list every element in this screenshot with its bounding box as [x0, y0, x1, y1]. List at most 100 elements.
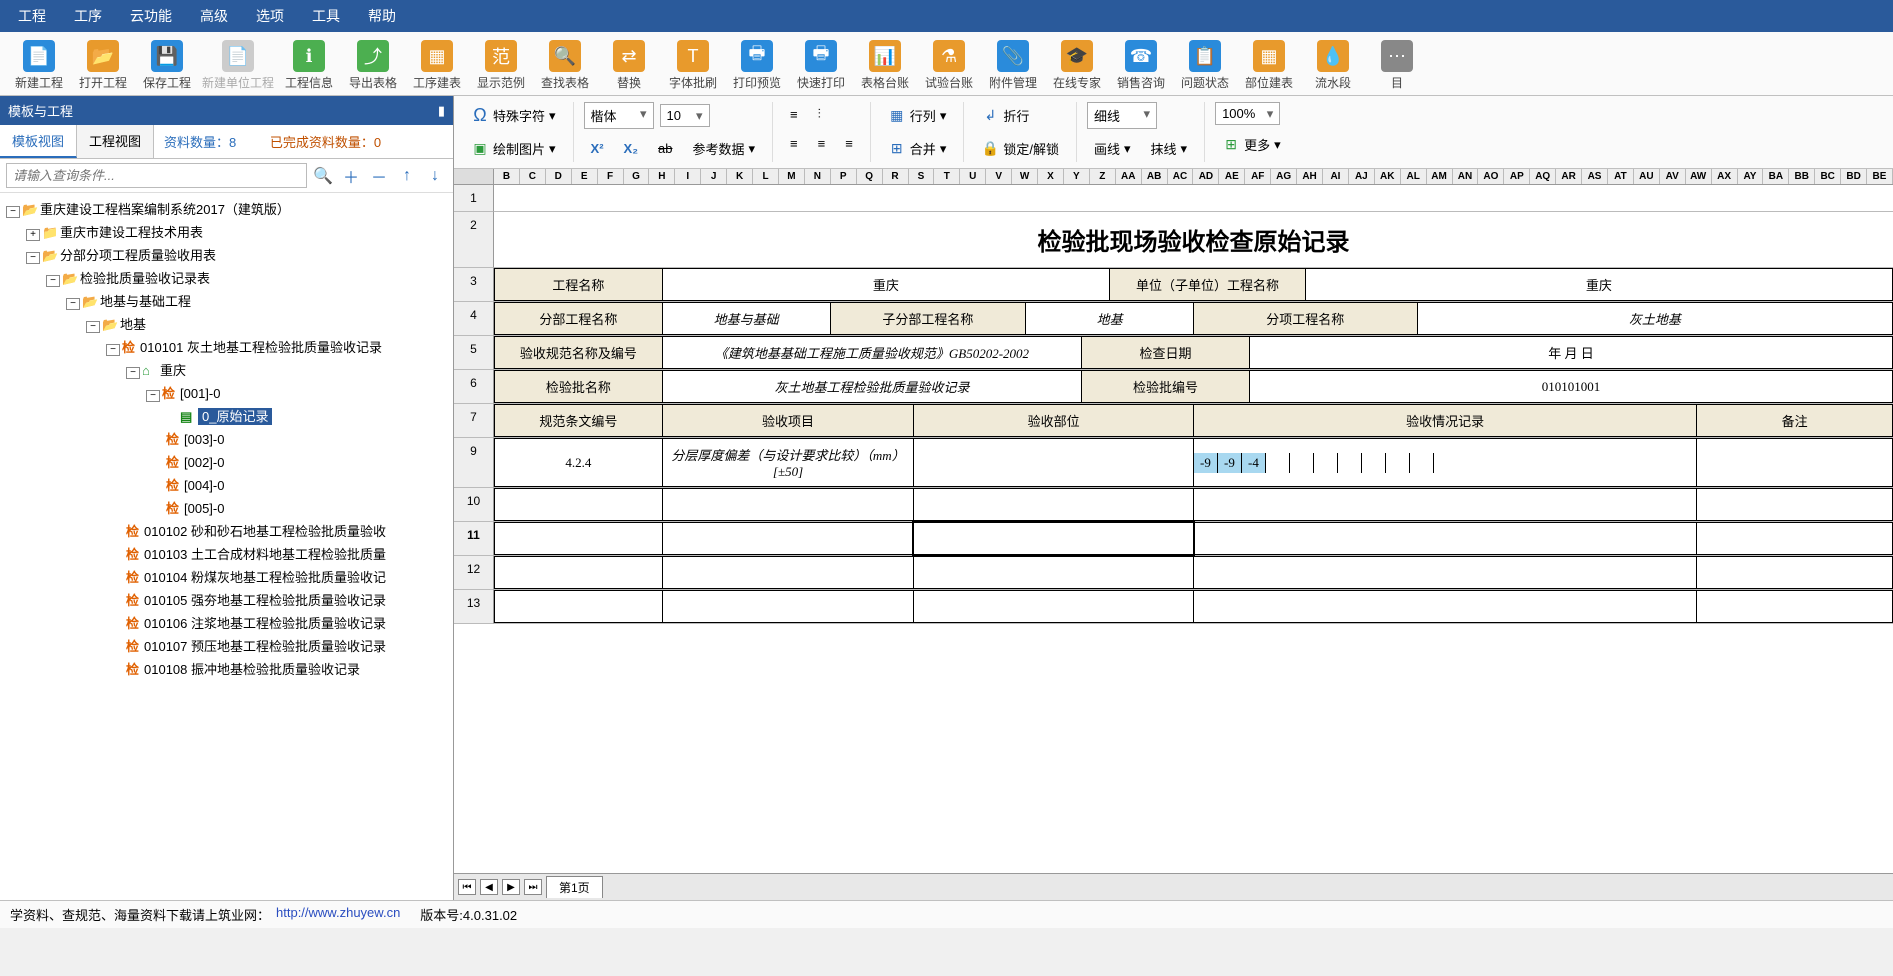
toolbar-11[interactable]: 🖶打印预览 — [728, 40, 786, 91]
menu-process[interactable]: 工序 — [74, 6, 102, 26]
toolbar-21[interactable]: ⋯目 — [1368, 40, 1426, 91]
toolbar-9[interactable]: ⇄替换 — [600, 40, 658, 91]
add-icon[interactable]: ＋ — [339, 164, 363, 188]
menu-help[interactable]: 帮助 — [368, 6, 396, 26]
col-header[interactable]: S — [909, 169, 935, 184]
col-header[interactable]: N — [805, 169, 831, 184]
col-header[interactable]: Q — [857, 169, 883, 184]
col-header[interactable]: AT — [1608, 169, 1634, 184]
toolbar-12[interactable]: 🖶快速打印 — [792, 40, 850, 91]
toolbar-6[interactable]: ▦工序建表 — [408, 40, 466, 91]
col-header[interactable]: G — [624, 169, 650, 184]
tree-n2[interactable]: 分部分项工程质量验收用表 — [60, 248, 216, 263]
col-header[interactable]: AP — [1504, 169, 1530, 184]
cell[interactable] — [914, 439, 1194, 487]
row-header-active[interactable]: 11 — [454, 522, 494, 556]
font-select[interactable]: 楷体 — [584, 102, 654, 129]
col-header[interactable]: R — [883, 169, 909, 184]
tree-root[interactable]: 重庆建设工程档案编制系统2017（建筑版） — [40, 202, 290, 217]
cell-project-name[interactable]: 重庆 — [662, 269, 1109, 301]
col-header[interactable]: M — [779, 169, 805, 184]
font-size-select[interactable]: 10 — [660, 104, 710, 127]
tree-s5[interactable]: 010105 强夯地基工程检验批质量验收记录 — [144, 593, 386, 608]
subscript-button[interactable]: X₂ — [617, 137, 645, 160]
col-header[interactable]: AM — [1427, 169, 1453, 184]
row-header[interactable]: 13 — [454, 590, 494, 624]
row-header[interactable]: 5 — [454, 336, 494, 370]
lock-button[interactable]: 🔒锁定/解锁 — [974, 135, 1066, 162]
tab-template-view[interactable]: 模板视图 — [0, 125, 77, 158]
col-header[interactable]: F — [598, 169, 624, 184]
row-header[interactable]: 2 — [454, 212, 494, 268]
align-mid-icon[interactable]: ≡ — [811, 132, 833, 155]
tab-last-icon[interactable]: ⏭ — [524, 879, 542, 895]
tree-leaf5[interactable]: [005]-0 — [184, 501, 224, 516]
align-bottom-icon[interactable]: ≡ — [838, 132, 860, 155]
col-header[interactable]: AV — [1660, 169, 1686, 184]
col-header[interactable]: C — [520, 169, 546, 184]
tree-s3[interactable]: 010103 土工合成材料地基工程检验批质量 — [144, 547, 386, 562]
toolbar-5[interactable]: ⤴导出表格 — [344, 40, 402, 91]
line-style-select[interactable]: 细线 — [1087, 102, 1157, 129]
align-top-icon[interactable]: ⫶ — [811, 102, 828, 126]
toolbar-18[interactable]: 📋问题状态 — [1176, 40, 1234, 91]
tab-next-icon[interactable]: ▶ — [502, 879, 520, 895]
col-header[interactable]: AH — [1297, 169, 1323, 184]
col-header[interactable]: AY — [1738, 169, 1764, 184]
down-icon[interactable]: ↓ — [423, 164, 447, 188]
tree-s7[interactable]: 010107 预压地基工程检验批质量验收记录 — [144, 639, 386, 654]
col-header[interactable]: AF — [1245, 169, 1271, 184]
col-header[interactable]: Z — [1090, 169, 1116, 184]
row-header[interactable]: 3 — [454, 268, 494, 302]
cell[interactable]: 灰土地基 — [1417, 303, 1892, 335]
toolbar-0[interactable]: 📄新建工程 — [10, 40, 68, 91]
tree-n7[interactable]: 重庆 — [160, 363, 186, 378]
search-icon[interactable]: 🔍 — [311, 164, 335, 188]
tree-n6[interactable]: 010101 灰土地基工程检验批质量验收记录 — [140, 340, 382, 355]
col-header[interactable]: Y — [1064, 169, 1090, 184]
col-header[interactable]: BD — [1841, 169, 1867, 184]
tree-s6[interactable]: 010106 注浆地基工程检验批质量验收记录 — [144, 616, 386, 631]
col-header[interactable]: W — [1012, 169, 1038, 184]
search-input[interactable] — [6, 163, 307, 188]
row-header[interactable]: 4 — [454, 302, 494, 336]
merge-button[interactable]: ⊞合并▾ — [881, 135, 954, 162]
col-header[interactable]: AA — [1116, 169, 1142, 184]
toolbar-16[interactable]: 🎓在线专家 — [1048, 40, 1106, 91]
col-header[interactable]: BB — [1789, 169, 1815, 184]
ref-data-button[interactable]: 参考数据▾ — [685, 135, 762, 162]
align-left-icon[interactable]: ≡ — [783, 103, 805, 126]
row-header[interactable]: 10 — [454, 488, 494, 522]
project-tree[interactable]: −📂重庆建设工程档案编制系统2017（建筑版） +📁重庆市建设工程技术用表 −📂… — [0, 193, 453, 900]
row-header[interactable]: 12 — [454, 556, 494, 590]
cell[interactable]: 地基 — [1026, 303, 1194, 335]
toolbar-2[interactable]: 💾保存工程 — [138, 40, 196, 91]
toolbar-15[interactable]: 📎附件管理 — [984, 40, 1042, 91]
special-char-button[interactable]: Ω特殊字符▾ — [464, 102, 563, 129]
menu-cloud[interactable]: 云功能 — [130, 6, 172, 26]
col-header[interactable]: AR — [1556, 169, 1582, 184]
toolbar-10[interactable]: T字体批刷 — [664, 40, 722, 91]
tree-n4[interactable]: 地基与基础工程 — [100, 294, 191, 309]
cell[interactable]: 4.2.4 — [495, 439, 663, 487]
col-header[interactable]: P — [831, 169, 857, 184]
col-header[interactable]: X — [1038, 169, 1064, 184]
cell-values[interactable]: -9-9-4 — [1193, 439, 1696, 487]
col-header[interactable]: E — [572, 169, 598, 184]
up-icon[interactable]: ↑ — [395, 164, 419, 188]
strikethrough-button[interactable]: ab — [651, 137, 679, 160]
erase-line-button[interactable]: 抹线▾ — [1144, 135, 1195, 162]
col-header[interactable]: AX — [1712, 169, 1738, 184]
toolbar-20[interactable]: 💧流水段 — [1304, 40, 1362, 91]
toolbar-4[interactable]: ℹ工程信息 — [280, 40, 338, 91]
cell[interactable]: 分层厚度偏差（与设计要求比较）（mm）[±50] — [662, 439, 914, 487]
tree-leaf3[interactable]: [002]-0 — [184, 455, 224, 470]
cell-batch-no[interactable]: 010101001 — [1249, 371, 1892, 403]
col-header[interactable]: BE — [1867, 169, 1893, 184]
tree-s4[interactable]: 010104 粉煤灰地基工程检验批质量验收记 — [144, 570, 386, 585]
spreadsheet-area[interactable]: BCDEFGHIJKLMNPQRSTUVWXYZAAABACADAEAFAGAH… — [454, 169, 1893, 873]
col-header[interactable]: AQ — [1530, 169, 1556, 184]
col-header[interactable]: AI — [1323, 169, 1349, 184]
col-header[interactable]: AJ — [1349, 169, 1375, 184]
col-header[interactable]: AD — [1193, 169, 1219, 184]
